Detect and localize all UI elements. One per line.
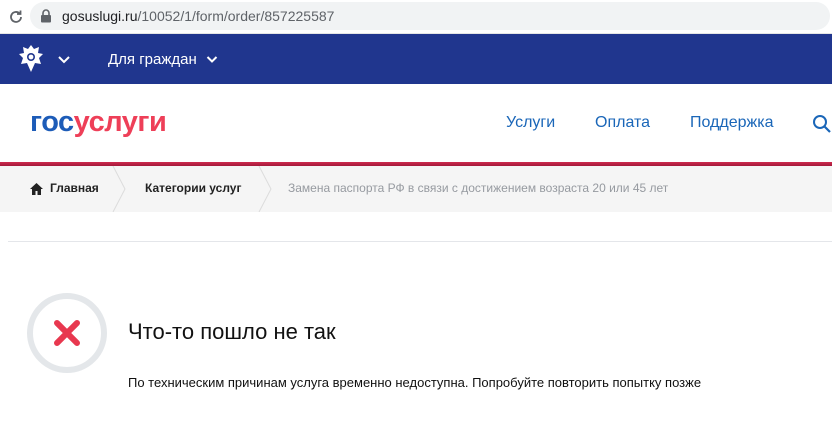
search-icon[interactable] bbox=[812, 114, 832, 134]
error-message: По техническим причинам услуга временно … bbox=[128, 375, 702, 390]
nav-support[interactable]: Поддержка bbox=[690, 114, 773, 132]
content-divider bbox=[8, 241, 832, 242]
error-cross-icon bbox=[54, 320, 80, 346]
breadcrumb-categories[interactable]: Категории услуг bbox=[145, 181, 241, 195]
gov-top-bar: Для граждан bbox=[0, 34, 832, 84]
home-icon[interactable] bbox=[30, 183, 43, 195]
breadcrumb-separator bbox=[112, 166, 126, 212]
nav-services[interactable]: Услуги bbox=[506, 114, 555, 132]
coat-of-arms-icon[interactable] bbox=[14, 42, 48, 76]
reload-icon[interactable] bbox=[0, 0, 32, 34]
chevron-down-icon bbox=[206, 56, 217, 63]
gosuslugi-logo[interactable]: госуслуги bbox=[30, 106, 167, 139]
citizens-menu-label: Для граждан bbox=[108, 50, 197, 68]
error-badge bbox=[27, 293, 107, 373]
citizens-menu[interactable]: Для граждан bbox=[108, 48, 219, 70]
browser-address-bar: gosuslugi.ru/10052/1/form/order/85722558… bbox=[0, 0, 832, 34]
site-header: госуслуги Услуги Оплата Поддержка bbox=[0, 84, 832, 162]
chevron-down-icon[interactable] bbox=[56, 51, 72, 67]
url-text: gosuslugi.ru/10052/1/form/order/85722558… bbox=[62, 8, 335, 24]
error-title: Что-то пошло не так bbox=[128, 319, 336, 344]
url-field[interactable]: gosuslugi.ru/10052/1/form/order/85722558… bbox=[30, 2, 830, 30]
breadcrumb-current: Замена паспорта РФ в связи с достижением… bbox=[288, 181, 669, 195]
breadcrumb: Главная Категории услуг Замена паспорта … bbox=[0, 166, 832, 212]
lock-icon bbox=[38, 8, 54, 24]
breadcrumb-separator bbox=[258, 166, 272, 212]
breadcrumb-home[interactable]: Главная bbox=[50, 181, 99, 195]
nav-payment[interactable]: Оплата bbox=[595, 114, 650, 132]
